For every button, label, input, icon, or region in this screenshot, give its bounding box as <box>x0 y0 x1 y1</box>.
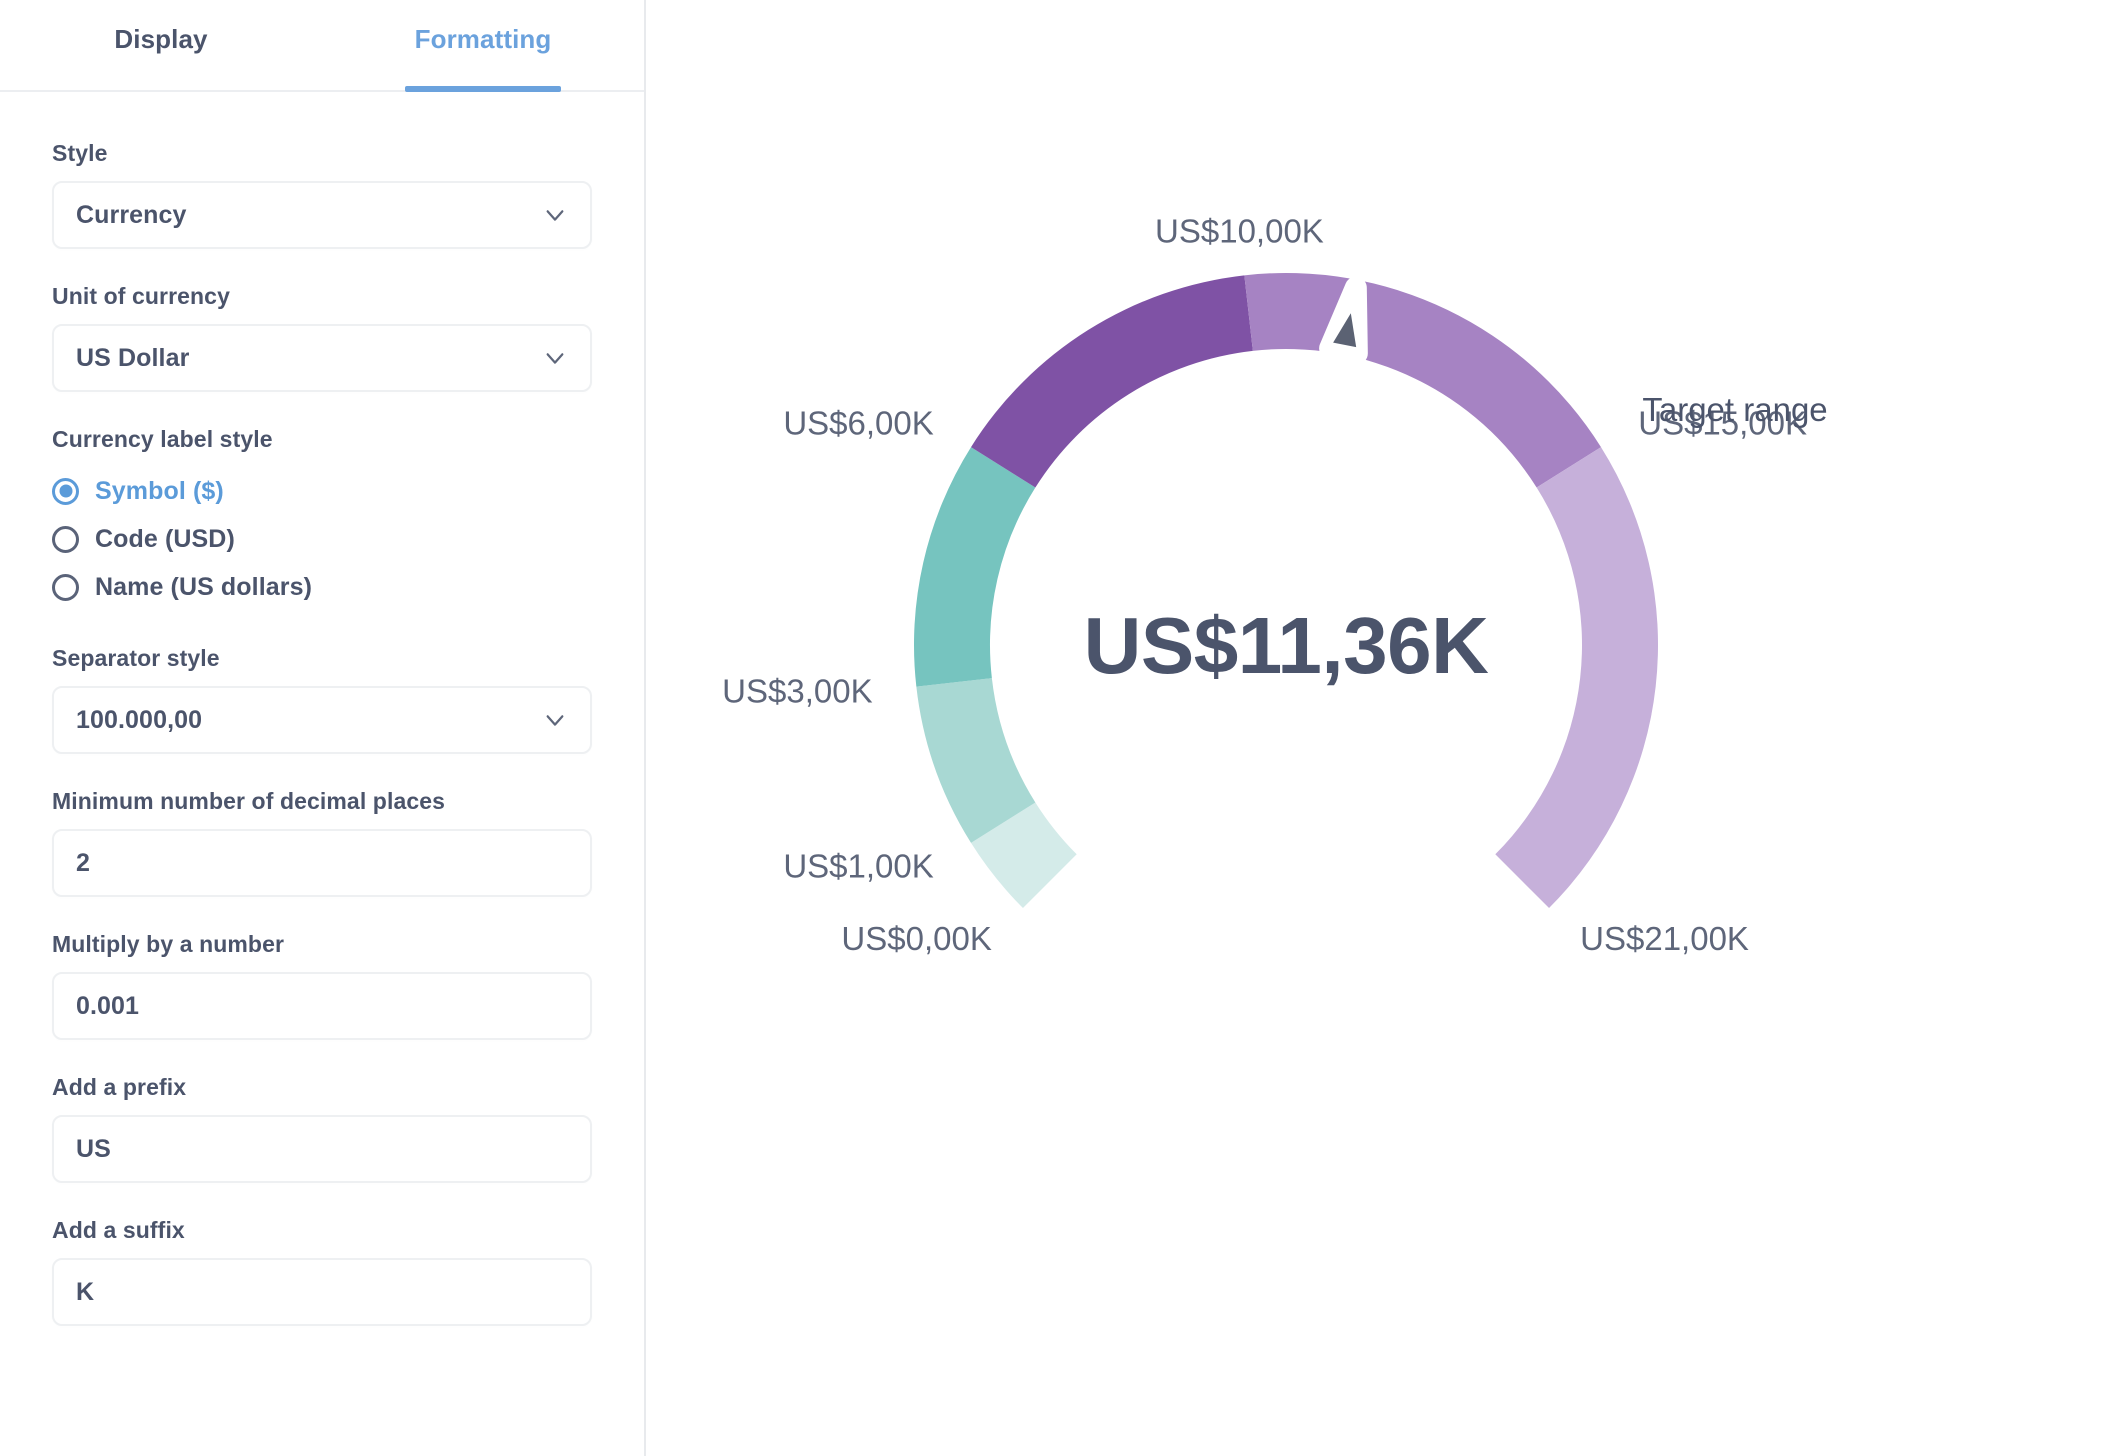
radio-name-label: Name (US dollars) <box>95 573 312 602</box>
add-a-prefix-input[interactable]: US <box>52 1115 592 1183</box>
minimum-decimal-places-label: Minimum number of decimal places <box>52 788 592 815</box>
style-label: Style <box>52 140 592 167</box>
formatting-panel-screen: Display Formatting Style Currency Unit o… <box>0 0 2122 1456</box>
settings-sidebar: Display Formatting Style Currency Unit o… <box>0 0 646 1456</box>
radio-symbol-label: Symbol ($) <box>95 477 224 506</box>
gauge-tick-label-2: US$3,00K <box>722 673 872 710</box>
tab-formatting[interactable]: Formatting <box>322 0 644 90</box>
style-value: Currency <box>76 201 187 230</box>
add-a-prefix-label: Add a prefix <box>52 1074 592 1101</box>
radio-code-label: Code (USD) <box>95 525 235 554</box>
field-add-a-suffix: Add a suffix K <box>52 1217 592 1326</box>
add-a-prefix-value: US <box>76 1135 111 1164</box>
field-add-a-prefix: Add a prefix US <box>52 1074 592 1183</box>
minimum-decimal-places-value: 2 <box>76 849 90 878</box>
currency-label-style-radio-group: Symbol ($) Code (USD) Name (US dollars) <box>52 467 592 611</box>
radio-selected-icon <box>52 478 79 505</box>
gauge-tick-label-1: US$1,00K <box>783 847 933 884</box>
gauge-tick-label-0: US$0,00K <box>841 920 991 957</box>
chevron-down-icon <box>544 347 566 369</box>
radio-symbol[interactable]: Symbol ($) <box>52 467 592 515</box>
multiply-by-a-number-label: Multiply by a number <box>52 931 592 958</box>
unit-of-currency-label: Unit of currency <box>52 283 592 310</box>
separator-style-value: 100.000,00 <box>76 706 202 735</box>
field-minimum-decimal-places: Minimum number of decimal places 2 <box>52 788 592 897</box>
chevron-down-icon <box>544 709 566 731</box>
field-currency-label-style: Currency label style Symbol ($) Code (US… <box>52 426 592 611</box>
minimum-decimal-places-input[interactable]: 2 <box>52 829 592 897</box>
radio-unselected-icon <box>52 526 79 553</box>
radio-name[interactable]: Name (US dollars) <box>52 563 592 611</box>
gauge-chart-pane: US$0,00K US$1,00K US$3,00K US$6,00K US$10,00… <box>646 0 2122 1456</box>
gauge-tick-label-6: US$21,00K <box>1580 920 1749 957</box>
field-multiply-by-a-number: Multiply by a number 0.001 <box>52 931 592 1040</box>
gauge-segment-5 <box>1495 447 1658 908</box>
gauge-target-range-label: Target range <box>1642 391 1827 428</box>
multiply-by-a-number-value: 0.001 <box>76 992 139 1021</box>
field-separator-style: Separator style 100.000,00 <box>52 645 592 754</box>
gauge-tick-label-3: US$6,00K <box>783 405 933 442</box>
chevron-down-icon <box>544 204 566 226</box>
radio-unselected-icon <box>52 574 79 601</box>
tab-display[interactable]: Display <box>0 0 322 90</box>
field-style: Style Currency <box>52 140 592 249</box>
gauge-chart: US$0,00K US$1,00K US$3,00K US$6,00K US$10,00… <box>646 0 2122 1456</box>
radio-code[interactable]: Code (USD) <box>52 515 592 563</box>
separator-style-select[interactable]: 100.000,00 <box>52 686 592 754</box>
unit-of-currency-select[interactable]: US Dollar <box>52 324 592 392</box>
currency-label-style-label: Currency label style <box>52 426 592 453</box>
unit-of-currency-value: US Dollar <box>76 344 189 373</box>
separator-style-label: Separator style <box>52 645 592 672</box>
gauge-segments <box>914 273 1658 908</box>
tab-display-label: Display <box>114 24 207 55</box>
add-a-suffix-value: K <box>76 1278 94 1307</box>
gauge-segment-4 <box>1244 273 1601 488</box>
gauge-segment-2 <box>914 447 1035 687</box>
gauge-svg: US$0,00K US$1,00K US$3,00K US$6,00K US$10,00… <box>646 0 2122 1456</box>
gauge-segment-3 <box>971 275 1253 487</box>
add-a-suffix-label: Add a suffix <box>52 1217 592 1244</box>
multiply-by-a-number-input[interactable]: 0.001 <box>52 972 592 1040</box>
add-a-suffix-input[interactable]: K <box>52 1258 592 1326</box>
gauge-center-value: US$11,36K <box>1084 601 1489 690</box>
field-unit-of-currency: Unit of currency US Dollar <box>52 283 592 392</box>
tab-bar: Display Formatting <box>0 0 644 92</box>
settings-fields: Style Currency Unit of currency US Dolla… <box>0 92 644 1360</box>
style-select[interactable]: Currency <box>52 181 592 249</box>
tab-formatting-label: Formatting <box>415 24 552 55</box>
gauge-tick-label-4: US$10,00K <box>1155 213 1324 250</box>
